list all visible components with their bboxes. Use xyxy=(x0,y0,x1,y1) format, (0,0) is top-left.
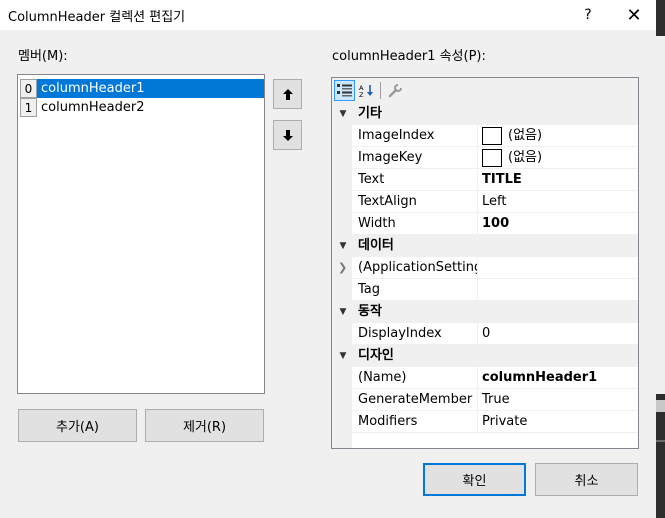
remove-button[interactable]: 제거(R) xyxy=(145,409,264,442)
list-item-name: columnHeader1 xyxy=(37,79,264,98)
help-button[interactable]: ? xyxy=(566,0,610,30)
collapse-chevron-icon[interactable]: ▼ xyxy=(336,345,350,367)
category-behavior[interactable]: ▼ 동작 xyxy=(332,301,638,323)
categorized-view-button[interactable] xyxy=(334,80,355,101)
property-value[interactable]: (없음) xyxy=(477,125,638,147)
property-value[interactable] xyxy=(477,279,638,301)
property-name: TextAlign xyxy=(352,191,477,213)
toolbar-separator xyxy=(380,82,381,99)
property-name: GenerateMember xyxy=(352,389,477,411)
collection-editor-dialog: ColumnHeader 컬렉션 편집기 ? ✕ 멤버(M): columnHe… xyxy=(0,0,656,518)
property-grid-toolbar: A Z xyxy=(332,78,638,103)
property-value[interactable]: columnHeader1 xyxy=(477,367,638,389)
list-item[interactable]: 1 columnHeader2 xyxy=(20,98,264,117)
property-name: DisplayIndex xyxy=(352,323,477,345)
list-item-name: columnHeader2 xyxy=(41,100,145,115)
alphabetical-view-button[interactable]: A Z xyxy=(356,80,377,101)
list-item-index: 0 xyxy=(20,79,37,98)
property-row[interactable]: Width 100 xyxy=(332,213,638,235)
property-row[interactable]: ImageKey (없음) xyxy=(332,147,638,169)
background-window-edge xyxy=(656,0,665,518)
members-list[interactable]: 0 columnHeader1 1 columnHeader2 xyxy=(17,74,265,394)
property-row[interactable]: Modifiers Private xyxy=(332,411,638,433)
property-value[interactable]: (없음) xyxy=(477,147,638,169)
property-value-text: (없음) xyxy=(508,127,543,143)
collapse-chevron-icon[interactable]: ▼ xyxy=(336,103,350,125)
property-row[interactable]: Text TITLE xyxy=(332,169,638,191)
category-misc[interactable]: ▼ 기타 xyxy=(332,103,638,125)
collapse-chevron-icon[interactable]: ▼ xyxy=(336,301,350,323)
title-bar: ColumnHeader 컬렉션 편집기 ? ✕ xyxy=(0,0,656,30)
property-name: ImageKey xyxy=(352,147,477,169)
category-design[interactable]: ▼ 디자인 xyxy=(332,345,638,367)
cancel-button[interactable]: 취소 xyxy=(535,463,638,496)
property-value[interactable]: True xyxy=(477,389,638,411)
close-button[interactable]: ✕ xyxy=(612,0,656,30)
property-name: Modifiers xyxy=(352,411,477,433)
property-value[interactable] xyxy=(477,257,638,279)
expand-chevron-icon[interactable]: ❯ xyxy=(338,257,347,279)
category-label: 디자인 xyxy=(358,348,394,363)
property-name: (ApplicationSettings) xyxy=(352,257,477,279)
move-down-button[interactable] xyxy=(273,120,302,150)
property-grid-body: ▼ 기타 ImageIndex (없음) ImageKey (없음) Text xyxy=(332,103,638,448)
property-row[interactable]: ❯ (ApplicationSettings) xyxy=(332,257,638,279)
property-row[interactable]: ImageIndex (없음) xyxy=(332,125,638,147)
property-name: Width xyxy=(352,213,477,235)
categorized-icon xyxy=(337,84,352,97)
sort-alphabetical-icon: A Z xyxy=(359,84,373,98)
category-label: 기타 xyxy=(358,106,382,121)
arrow-up-icon xyxy=(282,88,293,100)
image-swatch xyxy=(482,148,502,167)
image-swatch xyxy=(482,126,502,145)
property-name: Tag xyxy=(352,279,477,301)
move-up-button[interactable] xyxy=(273,79,302,109)
property-value[interactable]: Left xyxy=(477,191,638,213)
properties-label: columnHeader1 속성(P): xyxy=(332,49,486,64)
category-label: 데이터 xyxy=(358,238,394,253)
property-value-text: (없음) xyxy=(508,149,543,165)
members-label: 멤버(M): xyxy=(18,49,68,64)
property-row[interactable]: DisplayIndex 0 xyxy=(332,323,638,345)
svg-text:Z: Z xyxy=(359,91,364,98)
property-value[interactable]: 100 xyxy=(477,213,638,235)
ok-button[interactable]: 확인 xyxy=(423,463,526,496)
property-value[interactable]: TITLE xyxy=(477,169,638,191)
list-item[interactable]: 0 columnHeader1 xyxy=(20,79,264,98)
list-item-index: 1 xyxy=(20,98,37,117)
property-pages-button[interactable] xyxy=(384,80,405,101)
property-row[interactable]: Tag xyxy=(332,279,638,301)
property-value[interactable]: 0 xyxy=(477,323,638,345)
property-row[interactable]: GenerateMember True xyxy=(332,389,638,411)
property-row[interactable]: (Name) columnHeader1 xyxy=(332,367,638,389)
wrench-icon xyxy=(388,83,402,97)
property-name: ImageIndex xyxy=(352,125,477,147)
property-name: (Name) xyxy=(352,367,477,389)
property-grid: A Z ▼ 기타 ImageIndex (없음) ImageKey (없음) T… xyxy=(331,77,639,449)
property-name: Text xyxy=(352,169,477,191)
add-button[interactable]: 추가(A) xyxy=(18,409,137,442)
category-data[interactable]: ▼ 데이터 xyxy=(332,235,638,257)
collapse-chevron-icon[interactable]: ▼ xyxy=(336,235,350,257)
property-row[interactable]: TextAlign Left xyxy=(332,191,638,213)
category-label: 동작 xyxy=(358,304,382,319)
window-title: ColumnHeader 컬렉션 편집기 xyxy=(8,10,186,25)
arrow-down-icon xyxy=(282,129,293,141)
property-value[interactable]: Private xyxy=(477,411,638,433)
